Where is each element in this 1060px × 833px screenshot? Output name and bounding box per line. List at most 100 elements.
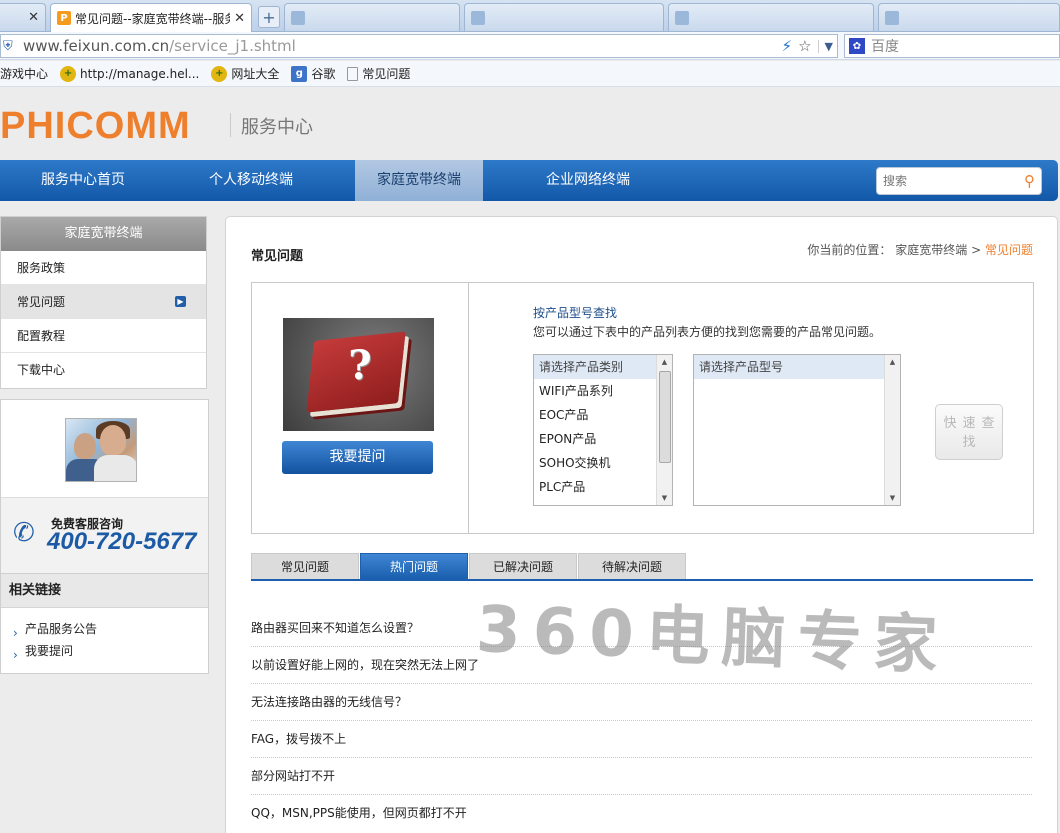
question-link[interactable]: FAG，拨号拨不上 xyxy=(251,721,1032,758)
new-tab-button[interactable]: + xyxy=(258,6,280,28)
google-icon: g xyxy=(291,65,308,82)
sidebar-item-config-tutorial[interactable]: 配置教程 xyxy=(1,319,206,353)
nav-item-service-home[interactable]: 服务中心首页 xyxy=(0,160,166,201)
customer-service-card: ✆ 免费客服咨询 400-720-5677 xyxy=(0,399,209,574)
address-dropdown-icon[interactable]: ▼ xyxy=(817,39,833,53)
category-option[interactable]: SOHO交换机 xyxy=(534,451,672,475)
category-option[interactable]: 请选择产品类别 xyxy=(534,355,672,379)
sidebar-header: 家庭宽带终端 xyxy=(1,217,206,251)
category-option[interactable]: PLC产品 xyxy=(534,475,672,499)
tab-favicon-icon xyxy=(675,10,689,25)
sidebar-item-download-center[interactable]: 下载中心 xyxy=(1,353,206,387)
browser-tab-bar: ✕ P 常见问题--家庭宽带终端--服务 ✕ + xyxy=(0,0,1060,32)
bookmark-manage[interactable]: + http://manage.hel... xyxy=(60,65,200,82)
logo-divider xyxy=(230,113,231,137)
question-tabs: 常见问题 热门问题 已解决问题 待解决问题 xyxy=(251,553,1033,581)
bookmark-hao123[interactable]: + 网址大全 xyxy=(211,65,279,82)
site-search-input[interactable] xyxy=(883,170,1013,192)
browser-search-box[interactable]: ✿ 百度 xyxy=(844,34,1060,58)
finder-title: 按产品型号查找 xyxy=(533,306,618,320)
question-link[interactable]: 部分网站打不开 xyxy=(251,758,1032,795)
related-link-label: 我要提问 xyxy=(25,644,74,658)
site-search: ⚲ xyxy=(876,167,1042,195)
question-link[interactable]: 以前设置好能上网的，现在突然无法上网了 xyxy=(251,647,1032,684)
question-link[interactable]: QQ，MSN,PPS能使用，但网页都打不开 xyxy=(251,795,1032,832)
model-option[interactable]: 请选择产品型号 xyxy=(694,355,884,379)
tab-hot-questions[interactable]: 热门问题 xyxy=(360,553,468,579)
main-content: 常见问题 你当前的位置： 家庭宽带终端 > 常见问题 ? 我要提问 按产品型号查… xyxy=(225,216,1058,833)
tab-solved-questions[interactable]: 已解决问题 xyxy=(469,553,577,579)
model-listbox[interactable]: 请选择产品型号 ▲ ▼ xyxy=(693,354,901,506)
category-scrollbar[interactable]: ▲ ▼ xyxy=(656,355,672,505)
bookmark-label: http://manage.hel... xyxy=(80,66,200,81)
bookmark-game-center[interactable]: 游戏中心 xyxy=(0,65,48,82)
close-tab-icon[interactable]: ✕ xyxy=(24,10,39,25)
browser-tab-background[interactable] xyxy=(284,3,460,31)
browser-tab-active[interactable]: P 常见问题--家庭宽带终端--服务 ✕ xyxy=(50,3,252,32)
question-link[interactable]: 路由器买回来不知道怎么设置？ xyxy=(251,610,1032,647)
browser-search-placeholder: 百度 xyxy=(871,39,899,55)
search-icon[interactable]: ⚲ xyxy=(1024,172,1035,190)
plus-circle-icon: + xyxy=(60,65,77,82)
phicomm-logo[interactable]: PHICOMM xyxy=(0,105,191,148)
bookmark-faq[interactable]: 常见问题 xyxy=(347,65,410,82)
page-icon xyxy=(347,66,359,81)
product-finder: ? 我要提问 按产品型号查找 您可以通过下表中的产品列表方便的找到您需要的产品常… xyxy=(251,282,1034,534)
phone-icon: ✆ xyxy=(13,518,35,548)
sidebar-item-faq[interactable]: 常见问题 ▶ xyxy=(1,285,206,319)
related-links-title: 相关链接 xyxy=(1,574,208,608)
bookmark-star-icon[interactable]: ☆ xyxy=(798,37,811,55)
tab-common-questions[interactable]: 常见问题 xyxy=(251,553,359,579)
related-link-ask[interactable]: 我要提问 xyxy=(1,640,208,666)
model-scrollbar[interactable]: ▲ ▼ xyxy=(884,355,900,505)
customer-service-photo xyxy=(65,418,137,482)
scroll-up-icon[interactable]: ▲ xyxy=(885,355,900,369)
browser-tab-background[interactable] xyxy=(878,3,1060,31)
browser-tab-background[interactable] xyxy=(668,3,874,31)
hotline-panel: ✆ 免费客服咨询 400-720-5677 xyxy=(1,497,208,573)
category-listbox[interactable]: 请选择产品类别 WIFI产品系列 EOC产品 EPON产品 SOHO交换机 PL… xyxy=(533,354,673,506)
quick-search-button[interactable]: 快速查找 xyxy=(935,404,1003,460)
browser-tab-previous[interactable]: ✕ xyxy=(0,3,46,31)
chevron-right-icon: ▶ xyxy=(175,296,186,307)
bookmark-google[interactable]: g 谷歌 xyxy=(291,65,335,82)
speed-mode-icon[interactable]: ⚡ xyxy=(782,37,793,55)
nav-item-home-broadband[interactable]: 家庭宽带终端 xyxy=(355,160,483,201)
tab-pending-questions[interactable]: 待解决问题 xyxy=(578,553,686,579)
nav-item-mobile-terminal[interactable]: 个人移动终端 xyxy=(166,160,336,201)
address-bar[interactable]: ⛨ www.feixun.com.cn/service_j1.shtml ⚡ ☆… xyxy=(0,34,838,58)
breadcrumb-prefix: 你当前的位置： xyxy=(807,243,892,257)
scroll-down-icon[interactable]: ▼ xyxy=(657,491,672,505)
question-link[interactable]: 无法连接路由器的无线信号？ xyxy=(251,684,1032,721)
security-shield-icon: ⛨ xyxy=(3,38,13,54)
page-title: 常见问题 xyxy=(251,249,304,264)
close-tab-icon[interactable]: ✕ xyxy=(230,11,245,26)
breadcrumb-parent[interactable]: 家庭宽带终端 xyxy=(895,243,967,257)
related-link-announcement[interactable]: 产品服务公告 xyxy=(1,618,208,644)
site-favicon-icon: P xyxy=(57,11,71,25)
category-option[interactable]: EOC产品 xyxy=(534,403,672,427)
tab-favicon-icon xyxy=(885,10,899,25)
nav-item-enterprise-network[interactable]: 企业网络终端 xyxy=(515,160,661,201)
url-path: /service_j1.shtml xyxy=(169,37,296,55)
bookmarks-bar: 游戏中心 + http://manage.hel... + 网址大全 g 谷歌 常见问… xyxy=(0,61,1060,87)
related-links-card: 相关链接 产品服务公告 我要提问 xyxy=(0,573,209,674)
bookmark-label: 谷歌 xyxy=(311,67,336,81)
scroll-down-icon[interactable]: ▼ xyxy=(885,491,900,505)
breadcrumb-separator: > xyxy=(971,243,982,257)
finder-description: 您可以通过下表中的产品列表方便的找到您需要的产品常见问题。 xyxy=(533,325,882,339)
category-option[interactable]: EPON产品 xyxy=(534,427,672,451)
ask-question-button[interactable]: 我要提问 xyxy=(282,441,433,474)
tab-favicon-icon xyxy=(291,10,305,25)
paw-icon: ✿ xyxy=(849,38,865,54)
sidebar-item-service-policy[interactable]: 服务政策 xyxy=(1,251,206,285)
plus-circle-icon: + xyxy=(211,65,228,82)
faq-book-image: ? xyxy=(283,318,434,431)
tab-favicon-icon xyxy=(471,10,485,25)
category-option[interactable]: WIFI产品系列 xyxy=(534,379,672,403)
scroll-thumb[interactable] xyxy=(659,371,671,463)
logo-subtitle: 服务中心 xyxy=(241,117,313,138)
scroll-up-icon[interactable]: ▲ xyxy=(657,355,672,369)
breadcrumb: 你当前的位置： 家庭宽带终端 > 常见问题 xyxy=(807,241,1033,258)
browser-tab-background[interactable] xyxy=(464,3,664,31)
